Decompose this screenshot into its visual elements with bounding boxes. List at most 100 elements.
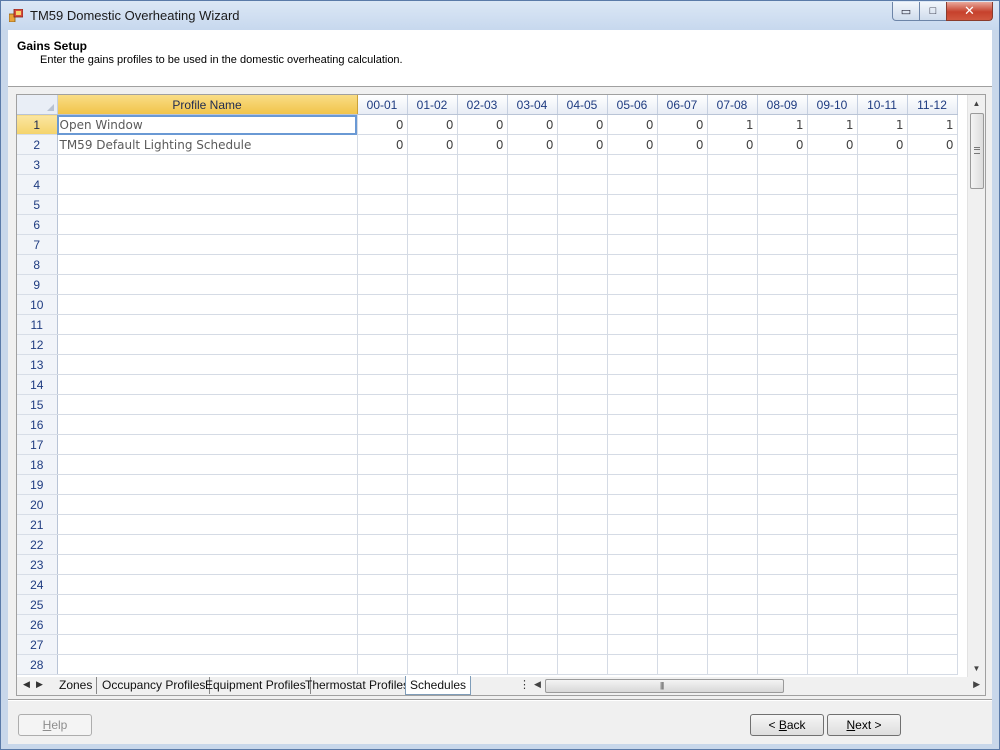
hour-value-cell[interactable] bbox=[457, 254, 508, 275]
hour-value-cell[interactable] bbox=[657, 214, 708, 235]
hour-value-cell[interactable] bbox=[657, 394, 708, 415]
profile-name-cell[interactable] bbox=[57, 274, 358, 295]
row-header[interactable]: 22 bbox=[17, 534, 58, 555]
table-row[interactable]: 11 bbox=[17, 314, 958, 335]
hour-value-cell[interactable] bbox=[557, 314, 608, 335]
hour-value-cell[interactable] bbox=[607, 234, 658, 255]
hour-value-cell[interactable] bbox=[507, 374, 558, 395]
hour-value-cell[interactable] bbox=[857, 514, 908, 535]
hour-value-cell[interactable] bbox=[807, 374, 858, 395]
table-row[interactable]: 28 bbox=[17, 654, 958, 675]
hour-value-cell[interactable] bbox=[907, 614, 958, 635]
hour-value-cell[interactable] bbox=[807, 254, 858, 275]
hour-value-cell[interactable] bbox=[657, 354, 708, 375]
profile-name-cell[interactable] bbox=[57, 494, 358, 515]
hour-value-cell[interactable] bbox=[857, 314, 908, 335]
hour-value-cell[interactable] bbox=[757, 334, 808, 355]
table-row[interactable]: 22 bbox=[17, 534, 958, 555]
hour-value-cell[interactable] bbox=[757, 654, 808, 675]
hour-value-cell[interactable] bbox=[557, 234, 608, 255]
row-header[interactable]: 3 bbox=[17, 154, 58, 175]
hour-value-cell[interactable] bbox=[607, 594, 658, 615]
tab-thermostat-profiles[interactable]: Thermostat Profiles bbox=[301, 677, 415, 694]
hour-value-cell[interactable] bbox=[857, 554, 908, 575]
hour-value-cell[interactable] bbox=[407, 434, 458, 455]
hour-value-cell[interactable] bbox=[457, 434, 508, 455]
hour-value-cell[interactable] bbox=[557, 154, 608, 175]
hour-value-cell[interactable] bbox=[457, 574, 508, 595]
profile-name-cell[interactable] bbox=[57, 254, 358, 275]
hour-value-cell[interactable] bbox=[857, 634, 908, 655]
hour-value-cell[interactable] bbox=[907, 194, 958, 215]
hour-value-cell[interactable] bbox=[707, 294, 758, 315]
hour-value-cell[interactable] bbox=[457, 354, 508, 375]
hour-value-cell[interactable] bbox=[757, 354, 808, 375]
hour-value-cell[interactable] bbox=[457, 374, 508, 395]
profile-name-cell[interactable] bbox=[57, 654, 358, 675]
profile-name-cell[interactable] bbox=[57, 174, 358, 195]
table-row[interactable]: 4 bbox=[17, 174, 958, 195]
table-row[interactable]: 2 TM59 Default Lighting Schedule 0 0 0 0 0 0 0 0 0… bbox=[17, 134, 958, 155]
hour-value-cell[interactable] bbox=[807, 614, 858, 635]
hour-value-cell[interactable] bbox=[457, 514, 508, 535]
hour-value-cell[interactable] bbox=[557, 274, 608, 295]
hour-value-cell[interactable] bbox=[607, 374, 658, 395]
hour-value-cell[interactable] bbox=[507, 254, 558, 275]
hour-value-cell[interactable] bbox=[807, 474, 858, 495]
hour-value-cell[interactable] bbox=[657, 614, 708, 635]
hour-value-cell[interactable] bbox=[857, 374, 908, 395]
hour-value-cell[interactable] bbox=[607, 614, 658, 635]
hour-value-cell[interactable] bbox=[807, 294, 858, 315]
hour-value-cell[interactable] bbox=[757, 514, 808, 535]
row-header[interactable]: 10 bbox=[17, 294, 58, 315]
hour-value-cell[interactable] bbox=[407, 194, 458, 215]
hour-value-cell[interactable] bbox=[807, 574, 858, 595]
hour-value-cell[interactable] bbox=[457, 454, 508, 475]
hour-value-cell[interactable] bbox=[457, 534, 508, 555]
hour-value-cell[interactable] bbox=[757, 254, 808, 275]
scroll-left-icon[interactable]: ◀ bbox=[534, 679, 541, 690]
hour-value-cell[interactable] bbox=[757, 154, 808, 175]
hour-value-cell[interactable] bbox=[707, 474, 758, 495]
hour-value-cell[interactable] bbox=[557, 214, 608, 235]
hour-value-cell[interactable] bbox=[707, 614, 758, 635]
hour-value-cell[interactable]: 1 bbox=[707, 114, 758, 135]
hour-value-cell[interactable] bbox=[357, 514, 408, 535]
hour-value-cell[interactable] bbox=[507, 294, 558, 315]
hour-value-cell[interactable] bbox=[407, 234, 458, 255]
hour-value-cell[interactable] bbox=[407, 214, 458, 235]
hour-value-cell[interactable] bbox=[457, 554, 508, 575]
hour-value-cell[interactable] bbox=[707, 594, 758, 615]
table-row[interactable]: 17 bbox=[17, 434, 958, 455]
table-row[interactable]: 13 bbox=[17, 354, 958, 375]
hour-value-cell[interactable] bbox=[457, 614, 508, 635]
hour-value-cell[interactable]: 0 bbox=[907, 134, 958, 155]
hour-value-cell[interactable] bbox=[857, 254, 908, 275]
table-row[interactable]: 12 bbox=[17, 334, 958, 355]
table-row[interactable]: 6 bbox=[17, 214, 958, 235]
row-header[interactable]: 19 bbox=[17, 474, 58, 495]
hour-value-cell[interactable] bbox=[707, 654, 758, 675]
hour-value-cell[interactable] bbox=[707, 534, 758, 555]
row-header[interactable]: 26 bbox=[17, 614, 58, 635]
hour-value-cell[interactable] bbox=[707, 334, 758, 355]
hour-value-cell[interactable] bbox=[457, 474, 508, 495]
hour-value-cell[interactable] bbox=[407, 394, 458, 415]
hour-value-cell[interactable] bbox=[407, 174, 458, 195]
hour-value-cell[interactable] bbox=[907, 414, 958, 435]
hour-value-cell[interactable] bbox=[907, 174, 958, 195]
hour-value-cell[interactable] bbox=[507, 534, 558, 555]
hour-value-cell[interactable] bbox=[607, 314, 658, 335]
row-header[interactable]: 27 bbox=[17, 634, 58, 655]
hour-value-cell[interactable]: 1 bbox=[907, 114, 958, 135]
hour-value-cell[interactable] bbox=[657, 594, 708, 615]
row-header[interactable]: 24 bbox=[17, 574, 58, 595]
hour-value-cell[interactable] bbox=[807, 234, 858, 255]
profile-name-cell[interactable] bbox=[57, 434, 358, 455]
hour-value-cell[interactable] bbox=[707, 554, 758, 575]
hour-value-cell[interactable] bbox=[357, 574, 408, 595]
hour-value-cell[interactable] bbox=[507, 154, 558, 175]
hour-value-cell[interactable] bbox=[557, 534, 608, 555]
hour-value-cell[interactable] bbox=[357, 234, 408, 255]
profile-name-cell[interactable] bbox=[57, 614, 358, 635]
